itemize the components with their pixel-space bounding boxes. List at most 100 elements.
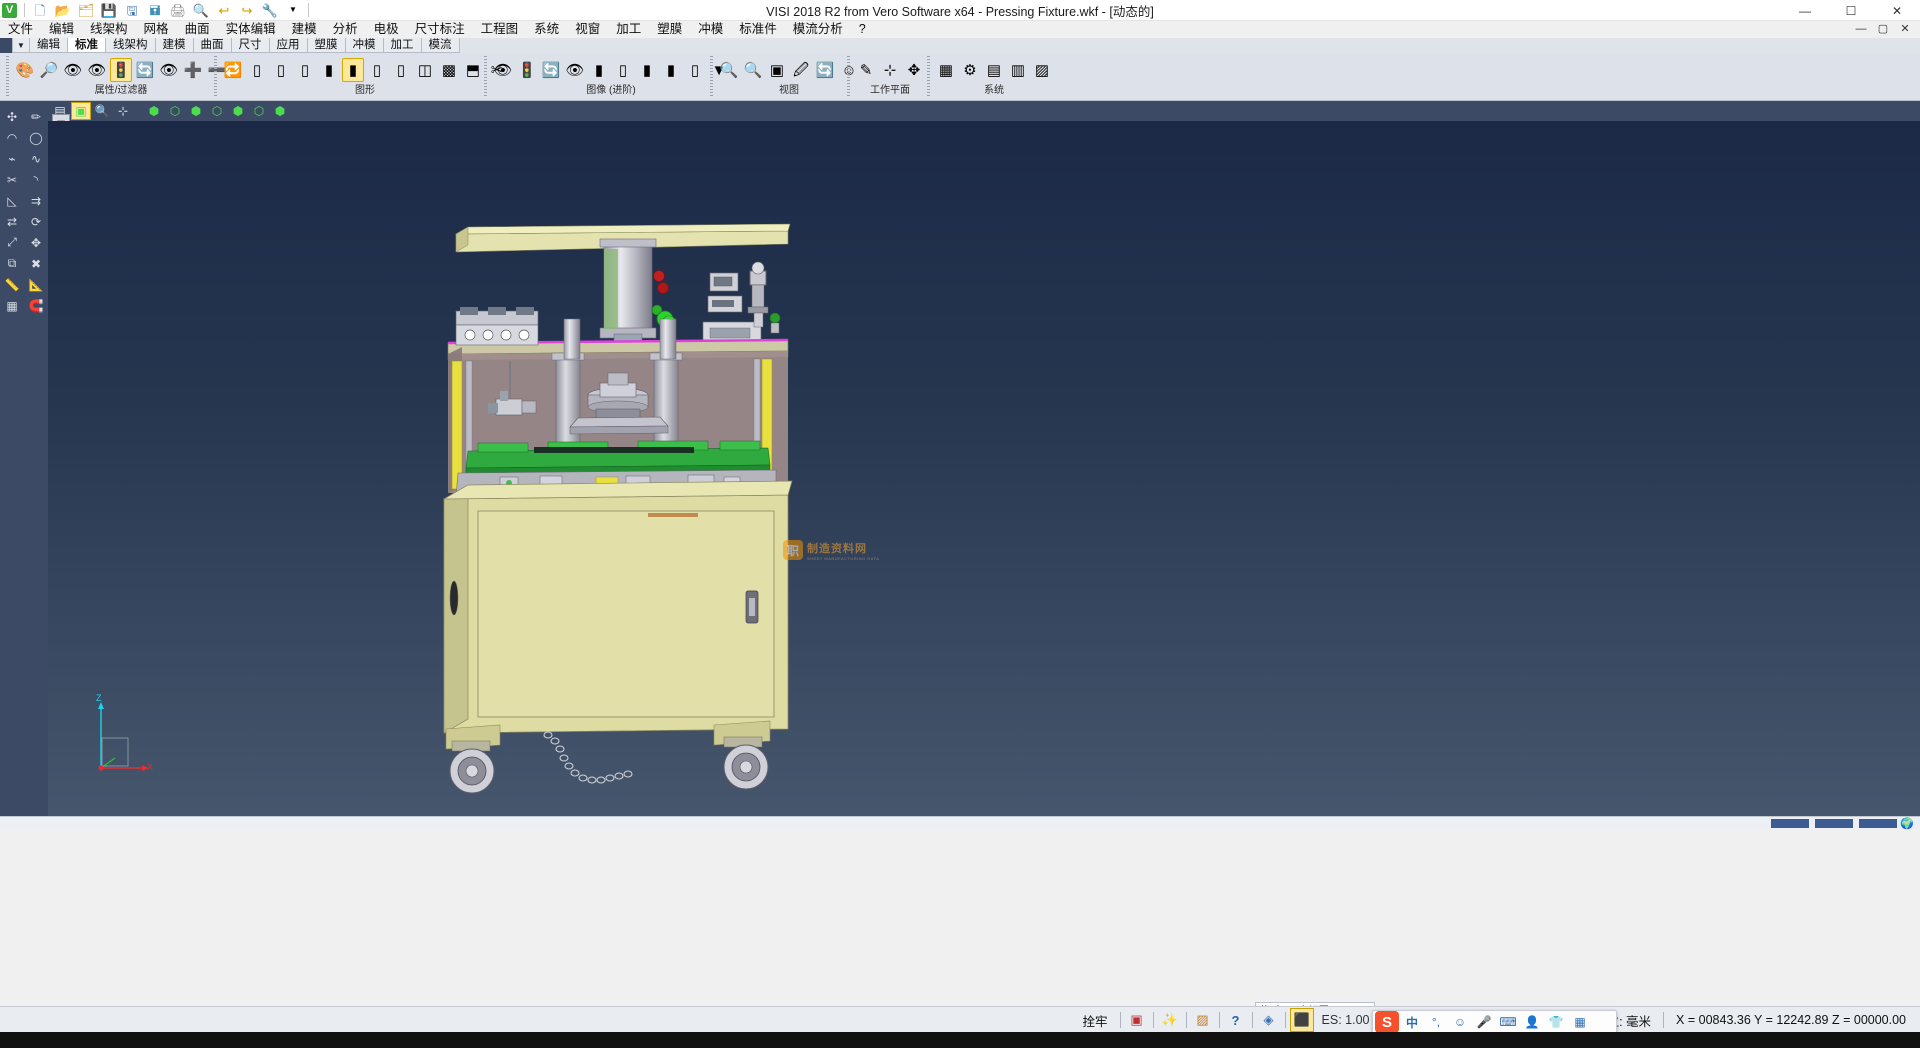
pick-view-icon[interactable]: 🖉 (790, 58, 812, 82)
advanced-refresh-icon[interactable]: 🔄 (540, 58, 562, 82)
dynamic-view-icon[interactable]: ◈ (1257, 1008, 1281, 1032)
close-button[interactable]: ✕ (1874, 0, 1920, 21)
perspective-icon[interactable]: ⬒ (462, 58, 484, 82)
fillet-tool-icon[interactable]: ◝ (25, 170, 47, 189)
entity-properties-icon[interactable]: 🔎 (38, 58, 60, 82)
sogou-ime-logo-icon[interactable]: S (1375, 1011, 1399, 1033)
ime-tools-icon[interactable]: ▦ (1569, 1011, 1591, 1033)
regenerate-icon[interactable]: 🔁 (222, 58, 244, 82)
flat-shade-icon[interactable]: ▯ (390, 58, 412, 82)
chevron-down-icon[interactable]: ▼ (282, 1, 304, 20)
menu-item-16[interactable]: 标准件 (731, 21, 785, 38)
menu-item-10[interactable]: 工程图 (473, 21, 527, 38)
toolbar-gripper-2[interactable] (484, 56, 487, 96)
ime-voice-icon[interactable]: 🎤 (1473, 1011, 1495, 1033)
cube-view-icon[interactable]: ⬛ (1290, 1008, 1314, 1032)
material-white-icon[interactable]: ▯ (612, 58, 634, 82)
line-tool-icon[interactable]: ✏ (25, 107, 47, 126)
ribbon-tab-0[interactable]: 编辑 (29, 38, 68, 53)
minimize-button[interactable]: — (1782, 0, 1828, 21)
advanced-filter-icon[interactable]: 🚦 (516, 58, 538, 82)
toggle-visibility-icon[interactable]: 👁 (158, 58, 180, 82)
view-manager-icon[interactable]: ▣ (766, 58, 788, 82)
fit-view-icon[interactable]: ▣ (71, 102, 91, 120)
analysis-tool-icon[interactable]: 📐 (25, 275, 47, 294)
ribbon-tab-10[interactable]: 模流 (421, 38, 460, 53)
show-entity-icon[interactable]: 👁 (62, 58, 84, 82)
color-palette-icon[interactable]: 🎨 (14, 58, 36, 82)
redo-icon[interactable]: ↪ (236, 1, 258, 20)
save-as-icon[interactable]: 🖫 (121, 1, 143, 20)
wireframe-icon[interactable]: ▯ (246, 58, 268, 82)
hide-entity-icon[interactable]: 👁 (86, 58, 108, 82)
menu-item-0[interactable]: 文件 (0, 21, 41, 38)
doc-close-button[interactable]: ✕ (1894, 21, 1916, 38)
mirror-tool-icon[interactable]: ⇄ (1, 212, 23, 231)
material-cyan-icon[interactable]: ▮ (660, 58, 682, 82)
magic-wand-icon[interactable]: ✨ (1158, 1008, 1182, 1032)
front-view-icon[interactable]: ⬡ (165, 102, 185, 120)
polyline-tool-icon[interactable]: ⌁ (1, 149, 23, 168)
transparent-icon[interactable]: ▯ (366, 58, 388, 82)
right-view-icon[interactable]: ⬡ (207, 102, 227, 120)
preview-icon[interactable]: 🔍 (190, 1, 212, 20)
chamfer-tool-icon[interactable]: ◺ (1, 191, 23, 210)
axis-icon[interactable]: ⊹ (113, 102, 133, 120)
undo-icon[interactable]: ↩ (213, 1, 235, 20)
toolbar-gripper-5[interactable] (927, 56, 930, 96)
add-layer-icon[interactable]: ➕ (182, 58, 204, 82)
ime-punctuation-icon[interactable]: °, (1425, 1011, 1447, 1033)
measure-tool-icon[interactable]: 📏 (1, 275, 23, 294)
grid-tool-icon[interactable]: ▦ (1, 296, 23, 315)
ribbon-tab-7[interactable]: 塑膜 (307, 38, 346, 53)
menu-item-13[interactable]: 加工 (608, 21, 649, 38)
doc-restore-button[interactable]: ▢ (1872, 21, 1894, 38)
toolbar-gripper-0[interactable] (6, 56, 9, 96)
open-recent-icon[interactable]: 🗂 (75, 1, 97, 20)
status-color-box-1[interactable] (1771, 819, 1809, 828)
zoom-window-icon[interactable]: 🔍 (718, 58, 740, 82)
doc-minimize-button[interactable]: — (1850, 21, 1872, 38)
menu-item-9[interactable]: 尺寸标注 (407, 21, 473, 38)
menu-item-6[interactable]: 建模 (284, 21, 325, 38)
globe-icon[interactable]: 🌍 (1900, 817, 1920, 830)
top-view-icon[interactable]: ⬢ (186, 102, 206, 120)
ribbon-tab-9[interactable]: 加工 (383, 38, 422, 53)
3d-viewport[interactable]: 职 制造资料网 SHEET MANUFACTURING DATA Z X Y (48, 121, 1920, 816)
menu-item-5[interactable]: 实体编辑 (218, 21, 284, 38)
arc-tool-icon[interactable]: ◠ (1, 128, 23, 147)
ime-skin-icon[interactable]: 👕 (1545, 1011, 1567, 1033)
system-config-icon[interactable]: ⚙ (959, 58, 981, 82)
menu-item-7[interactable]: 分析 (325, 21, 366, 38)
menu-item-18[interactable]: ? (851, 21, 874, 38)
menu-item-11[interactable]: 系统 (526, 21, 567, 38)
help-icon[interactable]: ? (1224, 1008, 1248, 1032)
render-quality-icon[interactable]: ▩ (438, 58, 460, 82)
chevron-down-icon[interactable]: ▼ (12, 38, 30, 53)
construct-icon[interactable]: ▨ (1191, 1008, 1215, 1032)
rotate-tool-icon[interactable]: ⟳ (25, 212, 47, 231)
refresh-view-icon[interactable]: 🔄 (134, 58, 156, 82)
wp-axis-icon[interactable]: ⊹ (879, 58, 901, 82)
trim-tool-icon[interactable]: ✂ (1, 170, 23, 189)
menu-item-12[interactable]: 视窗 (567, 21, 608, 38)
material-grey-icon[interactable]: ▯ (684, 58, 706, 82)
ime-emoji-icon[interactable]: ☺ (1449, 1011, 1471, 1033)
advanced-visibility-icon[interactable]: 👁 (492, 58, 514, 82)
ime-keyboard-icon[interactable]: ⌨ (1497, 1011, 1519, 1033)
scale-tool-icon[interactable]: ⤢ (1, 233, 23, 252)
ribbon-tab-8[interactable]: 冲模 (345, 38, 384, 53)
hidden-line-dashed-icon[interactable]: ▯ (294, 58, 316, 82)
system-calc-icon[interactable]: ▥ (1007, 58, 1029, 82)
ribbon-tab-4[interactable]: 曲面 (193, 38, 232, 53)
offset-tool-icon[interactable]: ⇉ (25, 191, 47, 210)
rotate-view-icon[interactable]: 🔄 (814, 58, 836, 82)
system-settings-icon[interactable]: ▦ (935, 58, 957, 82)
material-green-icon[interactable]: ▮ (636, 58, 658, 82)
menu-item-2[interactable]: 线架构 (82, 21, 136, 38)
zoom-icon[interactable]: 🔍 (92, 102, 112, 120)
move-tool-icon[interactable]: ✥ (25, 233, 47, 252)
snap-settings-icon[interactable]: ▣ (1125, 1008, 1149, 1032)
open-folder-icon[interactable]: 📂 (52, 1, 74, 20)
ime-user-icon[interactable]: 👤 (1521, 1011, 1543, 1033)
